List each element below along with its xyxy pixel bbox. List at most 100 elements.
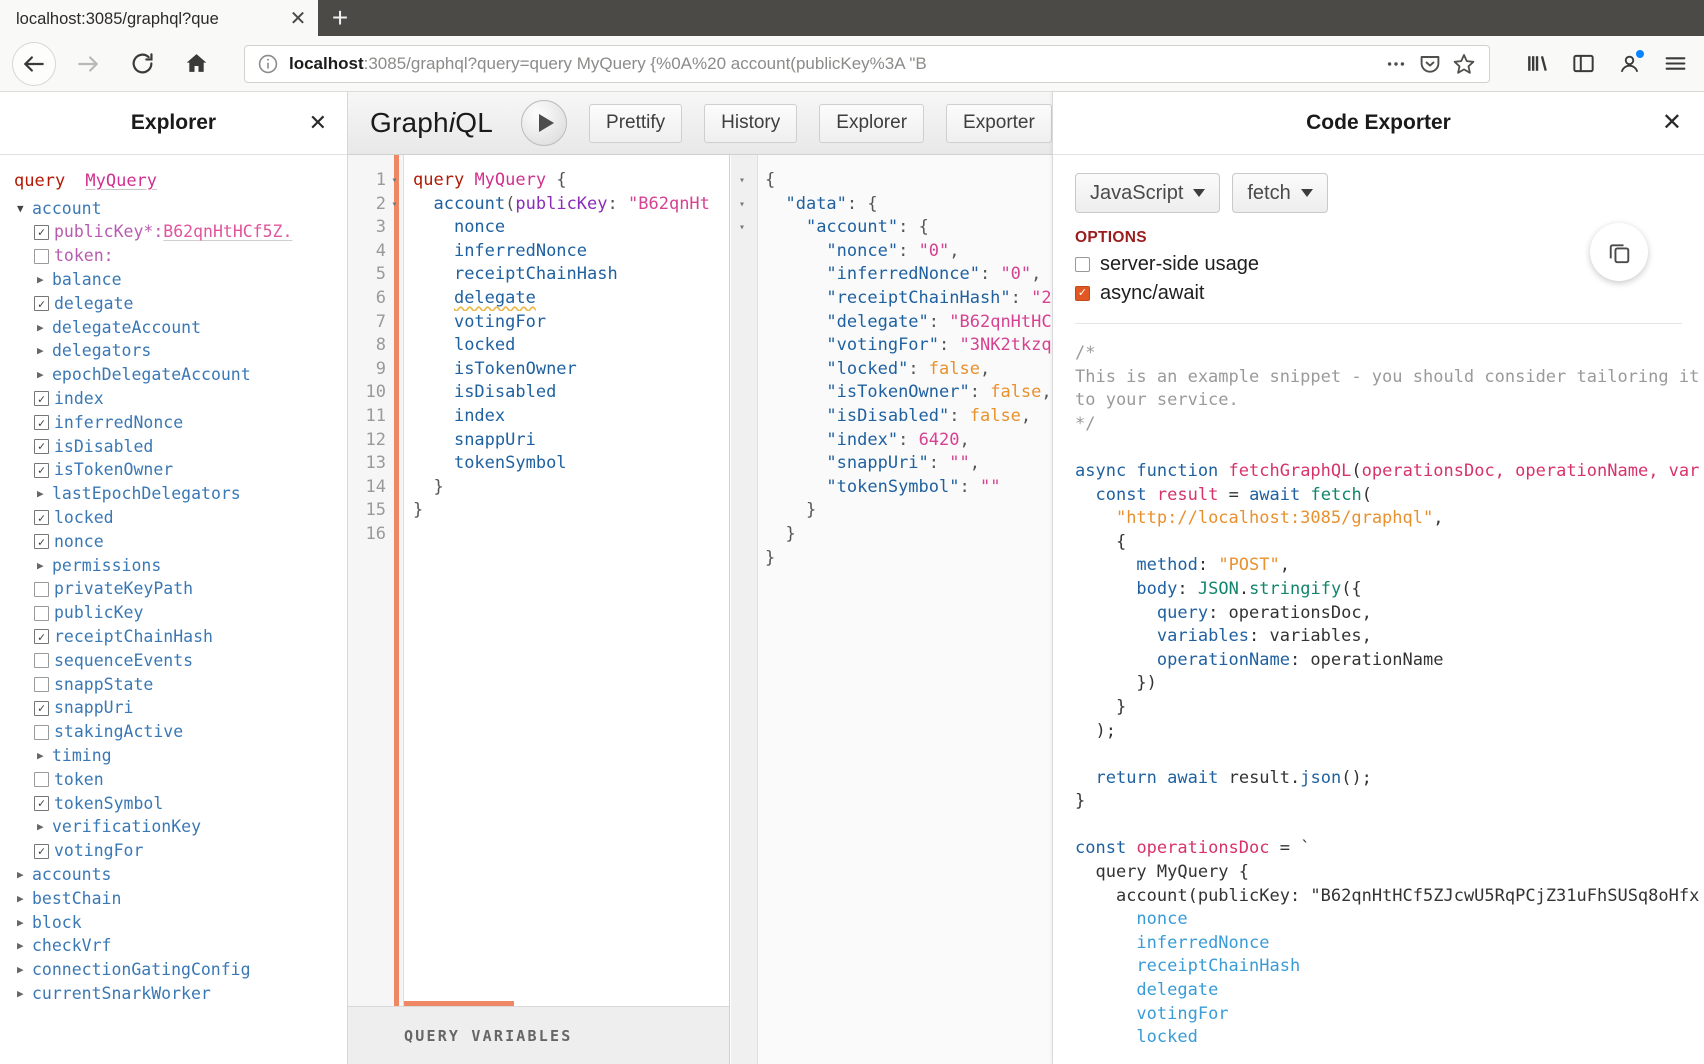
- checkbox-checked-icon[interactable]: ✓: [34, 510, 49, 526]
- exporter-button[interactable]: Exporter: [946, 103, 1052, 143]
- option-async-await[interactable]: ✓ async/await: [1075, 282, 1682, 305]
- explorer-button[interactable]: Explorer: [819, 103, 925, 143]
- code-line[interactable]: delegate: [403, 287, 729, 311]
- query-editor[interactable]: 1 ▾ query MyQuery {2 ▾ account(publicKey: "…: [348, 169, 729, 1006]
- explorer-field-nonce[interactable]: ✓ nonce: [0, 530, 347, 554]
- explorer-field-delegate[interactable]: ✓ delegate: [0, 292, 347, 316]
- close-icon[interactable]: ✕: [284, 5, 312, 33]
- chevron-right-icon[interactable]: ▶: [34, 339, 52, 363]
- reload-icon[interactable]: [120, 42, 164, 86]
- chevron-right-icon[interactable]: ▶: [14, 911, 32, 935]
- checkbox-checked-icon[interactable]: ✓: [34, 438, 49, 454]
- checkbox-checked-icon[interactable]: ✓: [34, 534, 49, 550]
- chevron-right-icon[interactable]: ▶: [34, 554, 52, 578]
- checkbox-checked-icon[interactable]: ✓: [34, 629, 49, 645]
- close-icon[interactable]: ✕: [309, 112, 327, 134]
- explorer-field-receiptchainhash[interactable]: ✓ receiptChainHash: [0, 625, 347, 649]
- hamburger-menu-icon[interactable]: [1652, 42, 1698, 86]
- chevron-right-icon[interactable]: ▶: [14, 887, 32, 911]
- history-button[interactable]: History: [704, 103, 798, 143]
- explorer-field-inferrednonce[interactable]: ✓ inferredNonce: [0, 411, 347, 435]
- chevron-right-icon[interactable]: ▶: [14, 863, 32, 887]
- checkbox-unchecked-icon[interactable]: [34, 772, 49, 788]
- code-line[interactable]: tokenSymbol: [403, 452, 729, 476]
- explorer-query-header[interactable]: query MyQuery: [0, 169, 347, 194]
- checkbox-unchecked-icon[interactable]: [1075, 257, 1090, 272]
- ellipsis-icon[interactable]: [1379, 47, 1413, 81]
- explorer-field-verificationkey[interactable]: ▶ verificationKey: [0, 815, 347, 839]
- chevron-right-icon[interactable]: ▶: [14, 958, 32, 982]
- explorer-root-checkvrf[interactable]: ▶ checkVrf: [0, 934, 347, 958]
- explorer-field-publickey[interactable]: publicKey: [0, 601, 347, 625]
- explorer-root-bestchain[interactable]: ▶ bestChain: [0, 887, 347, 911]
- explorer-root-currentsnarkworker[interactable]: ▶ currentSnarkWorker: [0, 982, 347, 1006]
- explorer-field-lastepochdelegators[interactable]: ▶ lastEpochDelegators: [0, 482, 347, 506]
- checkbox-checked-icon[interactable]: ✓: [34, 843, 49, 859]
- language-select[interactable]: JavaScript: [1075, 173, 1221, 213]
- chevron-right-icon[interactable]: ▶: [14, 934, 32, 958]
- explorer-field-index[interactable]: ✓ index: [0, 387, 347, 411]
- explorer-root-account[interactable]: ▼ account: [0, 197, 347, 221]
- chevron-right-icon[interactable]: ▶: [34, 482, 52, 506]
- fold-marker[interactable]: ▾: [386, 193, 403, 217]
- code-line[interactable]: }: [403, 476, 729, 500]
- library-icon[interactable]: [1514, 42, 1560, 86]
- explorer-field-votingfor[interactable]: ✓ votingFor: [0, 839, 347, 863]
- explorer-root-connectiongatingconfig[interactable]: ▶ connectionGatingConfig: [0, 958, 347, 982]
- copy-icon[interactable]: [1590, 223, 1648, 281]
- browser-tab[interactable]: localhost:3085/graphql?que ✕: [0, 0, 318, 36]
- checkbox-unchecked-icon[interactable]: [34, 676, 49, 692]
- code-line[interactable]: locked: [403, 334, 729, 358]
- chevron-right-icon[interactable]: ▶: [34, 316, 52, 340]
- code-line[interactable]: isDisabled: [403, 381, 729, 405]
- chevron-right-icon[interactable]: ▶: [14, 982, 32, 1006]
- code-line[interactable]: snappUri: [403, 429, 729, 453]
- info-circle-icon[interactable]: [257, 53, 279, 75]
- code-line[interactable]: isTokenOwner: [403, 358, 729, 382]
- play-icon[interactable]: [521, 100, 568, 146]
- explorer-field-balance[interactable]: ▶ balance: [0, 268, 347, 292]
- explorer-field-token[interactable]: token:: [0, 244, 347, 268]
- pocket-icon[interactable]: [1413, 47, 1447, 81]
- code-line[interactable]: index: [403, 405, 729, 429]
- checkbox-checked-icon[interactable]: ✓: [34, 296, 49, 312]
- plus-icon[interactable]: +: [318, 0, 362, 36]
- home-icon[interactable]: [174, 42, 218, 86]
- code-line[interactable]: nonce: [403, 216, 729, 240]
- checkbox-checked-icon[interactable]: ✓: [34, 224, 49, 240]
- explorer-field-sequenceevents[interactable]: sequenceEvents: [0, 649, 347, 673]
- explorer-field-snappstate[interactable]: snappState: [0, 673, 347, 697]
- checkbox-unchecked-icon[interactable]: [34, 653, 49, 669]
- checkbox-unchecked-icon[interactable]: [34, 581, 49, 597]
- explorer-field-value[interactable]: B62qnHtHCf5Z.: [163, 220, 292, 244]
- code-line[interactable]: receiptChainHash: [403, 263, 729, 287]
- query-variables-bar[interactable]: QUERY VARIABLES: [348, 1006, 729, 1064]
- code-line[interactable]: account(publicKey: "B62qnHt: [403, 193, 729, 217]
- checkbox-checked-icon[interactable]: ✓: [34, 795, 49, 811]
- prettify-button[interactable]: Prettify: [589, 103, 683, 143]
- back-arrow-icon[interactable]: [12, 41, 56, 86]
- checkbox-unchecked-icon[interactable]: [34, 605, 49, 621]
- explorer-field-istokenowner[interactable]: ✓ isTokenOwner: [0, 458, 347, 482]
- client-select[interactable]: fetch: [1232, 173, 1328, 213]
- chevron-right-icon[interactable]: ▶: [34, 815, 52, 839]
- explorer-field-permissions[interactable]: ▶ permissions: [0, 554, 347, 578]
- sidebar-icon[interactable]: [1560, 42, 1606, 86]
- checkbox-checked-icon[interactable]: ✓: [34, 700, 49, 716]
- explorer-field-delegators[interactable]: ▶ delegators: [0, 339, 347, 363]
- result-fold-markers[interactable]: ▾ ▾ ▾: [739, 169, 759, 240]
- checkbox-unchecked-icon[interactable]: [34, 248, 49, 264]
- explorer-field-privatekeypath[interactable]: privateKeyPath: [0, 577, 347, 601]
- checkbox-checked-icon[interactable]: ✓: [34, 462, 49, 478]
- explorer-root-block[interactable]: ▶ block: [0, 911, 347, 935]
- explorer-field-isdisabled[interactable]: ✓ isDisabled: [0, 435, 347, 459]
- explorer-root-accounts[interactable]: ▶ accounts: [0, 863, 347, 887]
- close-icon[interactable]: ✕: [1662, 111, 1682, 135]
- explorer-field-publickey[interactable]: ✓ publicKey*: B62qnHtHCf5Z.: [0, 220, 347, 244]
- code-line[interactable]: [403, 523, 729, 547]
- checkbox-checked-icon[interactable]: ✓: [34, 391, 49, 407]
- checkbox-checked-icon[interactable]: ✓: [1075, 286, 1090, 301]
- checkbox-unchecked-icon[interactable]: [34, 724, 49, 740]
- explorer-field-snappuri[interactable]: ✓ snappUri: [0, 696, 347, 720]
- chevron-right-icon[interactable]: ▶: [34, 363, 52, 387]
